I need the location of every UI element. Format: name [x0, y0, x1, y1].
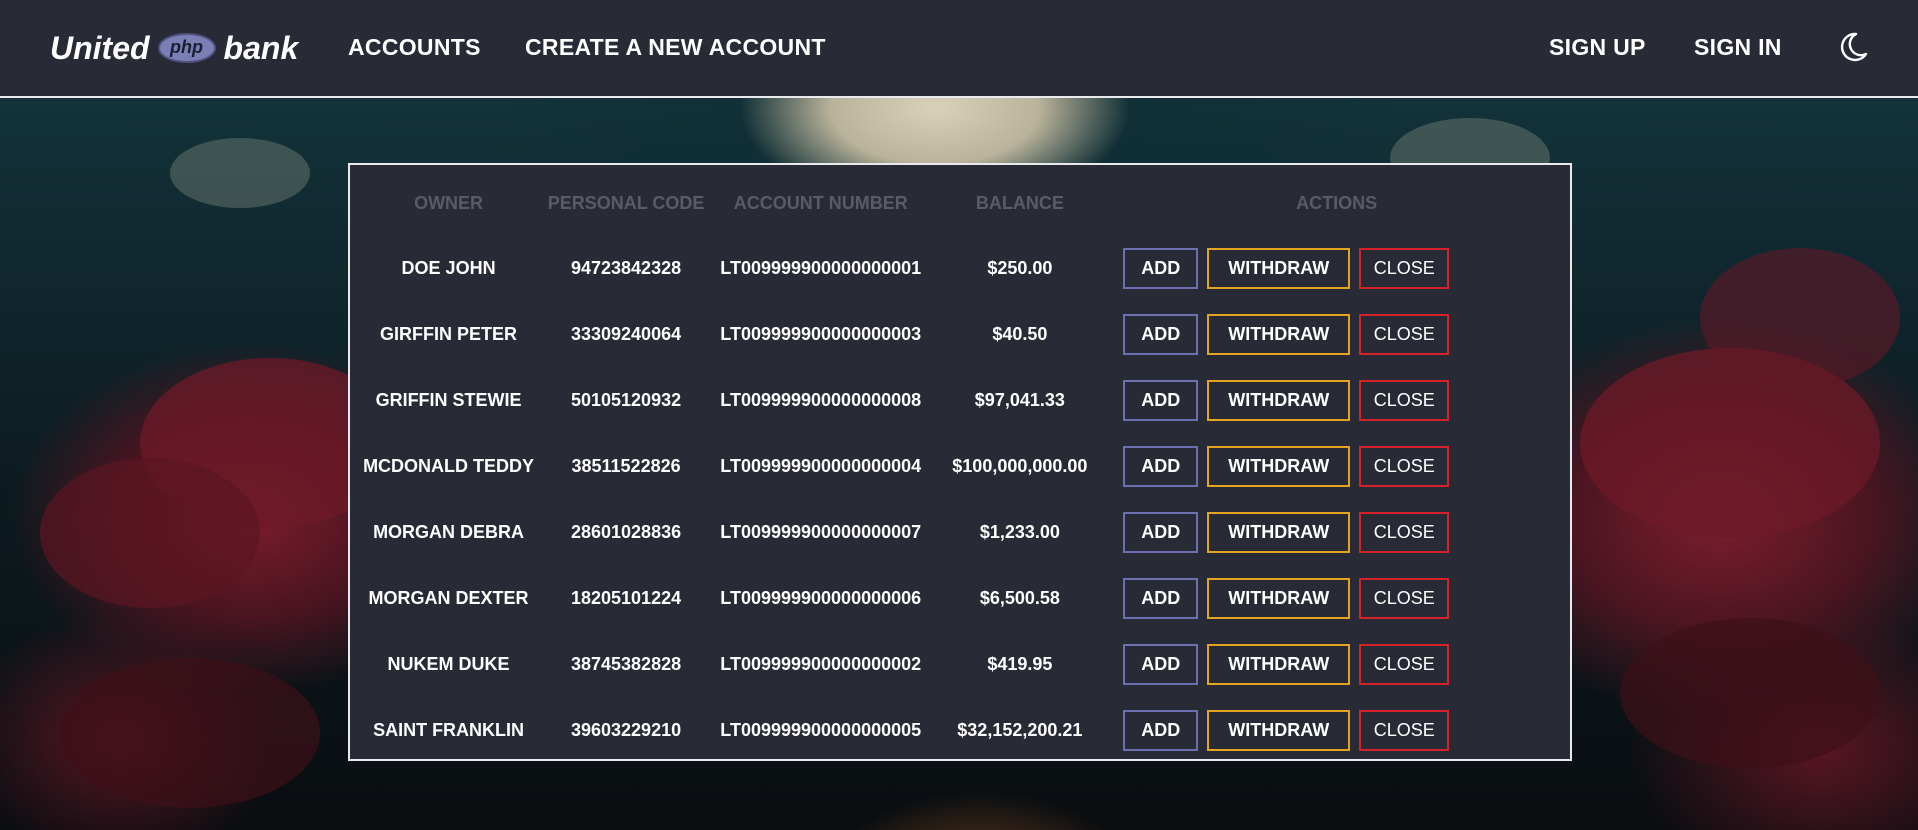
cell-actions: ADD WITHDRAW CLOSE: [1103, 697, 1570, 763]
table-row: MCDONALD TEDDY 38511522826 LT00999990000…: [350, 433, 1570, 499]
nav-accounts-link[interactable]: ACCOUNTS: [348, 34, 481, 61]
add-button[interactable]: ADD: [1123, 709, 1199, 751]
close-button[interactable]: CLOSE: [1359, 313, 1450, 355]
close-button[interactable]: CLOSE: [1359, 709, 1450, 751]
cell-owner: MORGAN DEXTER: [368, 587, 529, 608]
add-button[interactable]: ADD: [1123, 643, 1199, 685]
php-logo: php: [157, 33, 216, 63]
cell-balance: $250.00: [987, 257, 1053, 278]
brand-text-bank: bank: [223, 29, 299, 66]
brand-logo[interactable]: United php bank: [50, 28, 298, 68]
cell-owner: GIRFFIN PETER: [380, 323, 518, 344]
table-row: MORGAN DEBRA 28601028836 LT0099999000000…: [350, 499, 1570, 565]
cell-account-number: LT009999900000000006: [720, 587, 922, 608]
withdraw-button[interactable]: WITHDRAW: [1207, 379, 1351, 421]
cell-actions: ADD WITHDRAW CLOSE: [1103, 301, 1570, 367]
cell-personal-code: 38511522826: [571, 455, 681, 476]
cell-personal-code: 39603229210: [570, 719, 682, 740]
table-row: SAINT FRANKLIN 39603229210 LT00999990000…: [350, 697, 1570, 763]
table-row: GIRFFIN PETER 33309240064 LT009999900000…: [350, 301, 1570, 367]
header-balance: BALANCE: [975, 192, 1064, 213]
cell-owner: MCDONALD TEDDY: [363, 455, 535, 476]
add-button[interactable]: ADD: [1123, 379, 1199, 421]
cell-owner: NUKEM DUKE: [387, 653, 510, 674]
cell-personal-code: 94723842328: [570, 257, 682, 278]
add-button[interactable]: ADD: [1123, 247, 1199, 289]
add-button[interactable]: ADD: [1123, 511, 1199, 553]
header-account-number: ACCOUNT NUMBER: [733, 192, 908, 213]
cell-balance: $97,041.33: [974, 389, 1065, 410]
header-actions: ACTIONS: [1296, 192, 1378, 213]
cell-account-number: LT009999900000000008: [720, 389, 922, 410]
cell-balance: $419.95: [987, 653, 1053, 674]
cell-actions: ADD WITHDRAW CLOSE: [1103, 631, 1570, 697]
cell-account-number: LT009999900000000002: [720, 653, 922, 674]
close-button[interactable]: CLOSE: [1359, 379, 1450, 421]
table-row: DOE JOHN 94723842328 LT00999990000000000…: [350, 235, 1570, 301]
cell-actions: ADD WITHDRAW CLOSE: [1103, 235, 1570, 301]
close-button[interactable]: CLOSE: [1359, 511, 1450, 553]
moon-icon[interactable]: [1836, 30, 1870, 64]
table-row: GRIFFIN STEWIE 50105120932 LT00999990000…: [350, 367, 1570, 433]
withdraw-button[interactable]: WITHDRAW: [1207, 709, 1351, 751]
cell-personal-code: 18205101224: [570, 587, 682, 608]
header-owner: OWNER: [414, 192, 484, 213]
withdraw-button[interactable]: WITHDRAW: [1207, 313, 1351, 355]
accounts-table: OWNER PERSONAL CODE ACCOUNT NUMBER BALAN…: [350, 165, 1570, 763]
cell-actions: ADD WITHDRAW CLOSE: [1103, 433, 1570, 499]
table-header-row: OWNER PERSONAL CODE ACCOUNT NUMBER BALAN…: [350, 165, 1570, 235]
withdraw-button[interactable]: WITHDRAW: [1207, 511, 1351, 553]
cell-owner: SAINT FRANKLIN: [373, 719, 525, 740]
cell-owner: DOE JOHN: [401, 257, 496, 278]
table-row: MORGAN DEXTER 18205101224 LT009999900000…: [350, 565, 1570, 631]
close-button[interactable]: CLOSE: [1359, 577, 1450, 619]
close-button[interactable]: CLOSE: [1359, 247, 1450, 289]
header-personal-code: PERSONAL CODE: [547, 192, 705, 213]
cell-balance: $32,152,200.21: [957, 719, 1083, 740]
brand-text-united: United: [50, 29, 150, 66]
cell-actions: ADD WITHDRAW CLOSE: [1103, 565, 1570, 631]
withdraw-button[interactable]: WITHDRAW: [1207, 445, 1351, 487]
cell-balance: $100,000,000.00: [952, 455, 1088, 476]
cell-balance: $40.50: [992, 323, 1048, 344]
top-navbar: United php bank ACCOUNTS CREATE A NEW AC…: [0, 0, 1918, 98]
withdraw-button[interactable]: WITHDRAW: [1207, 577, 1351, 619]
cell-personal-code: 28601028836: [570, 521, 682, 542]
cell-actions: ADD WITHDRAW CLOSE: [1103, 367, 1570, 433]
table-row: NUKEM DUKE 38745382828 LT009999900000000…: [350, 631, 1570, 697]
cell-personal-code: 38745382828: [570, 653, 682, 674]
withdraw-button[interactable]: WITHDRAW: [1207, 247, 1351, 289]
cell-personal-code: 50105120932: [570, 389, 682, 410]
cell-actions: ADD WITHDRAW CLOSE: [1103, 499, 1570, 565]
nav-signin-link[interactable]: SIGN IN: [1694, 34, 1782, 61]
cell-account-number: LT009999900000000005: [720, 719, 922, 740]
withdraw-button[interactable]: WITHDRAW: [1207, 643, 1351, 685]
cell-balance: $6,500.58: [979, 587, 1060, 608]
add-button[interactable]: ADD: [1123, 577, 1199, 619]
cell-account-number: LT009999900000000003: [720, 323, 922, 344]
nav-signup-link[interactable]: SIGN UP: [1549, 34, 1646, 61]
close-button[interactable]: CLOSE: [1359, 643, 1450, 685]
cell-owner: GRIFFIN STEWIE: [375, 389, 522, 410]
cell-personal-code: 33309240064: [570, 323, 682, 344]
close-button[interactable]: CLOSE: [1359, 445, 1450, 487]
cell-balance: $1,233.00: [979, 521, 1060, 542]
nav-create-account-link[interactable]: CREATE A NEW ACCOUNT: [525, 34, 826, 61]
cell-owner: MORGAN DEBRA: [373, 521, 525, 542]
cell-account-number: LT009999900000000001: [720, 257, 922, 278]
accounts-table-panel: OWNER PERSONAL CODE ACCOUNT NUMBER BALAN…: [348, 163, 1572, 761]
cell-account-number: LT009999900000000007: [720, 521, 922, 542]
add-button[interactable]: ADD: [1123, 313, 1199, 355]
cell-account-number: LT009999900000000004: [720, 455, 922, 476]
add-button[interactable]: ADD: [1123, 445, 1199, 487]
